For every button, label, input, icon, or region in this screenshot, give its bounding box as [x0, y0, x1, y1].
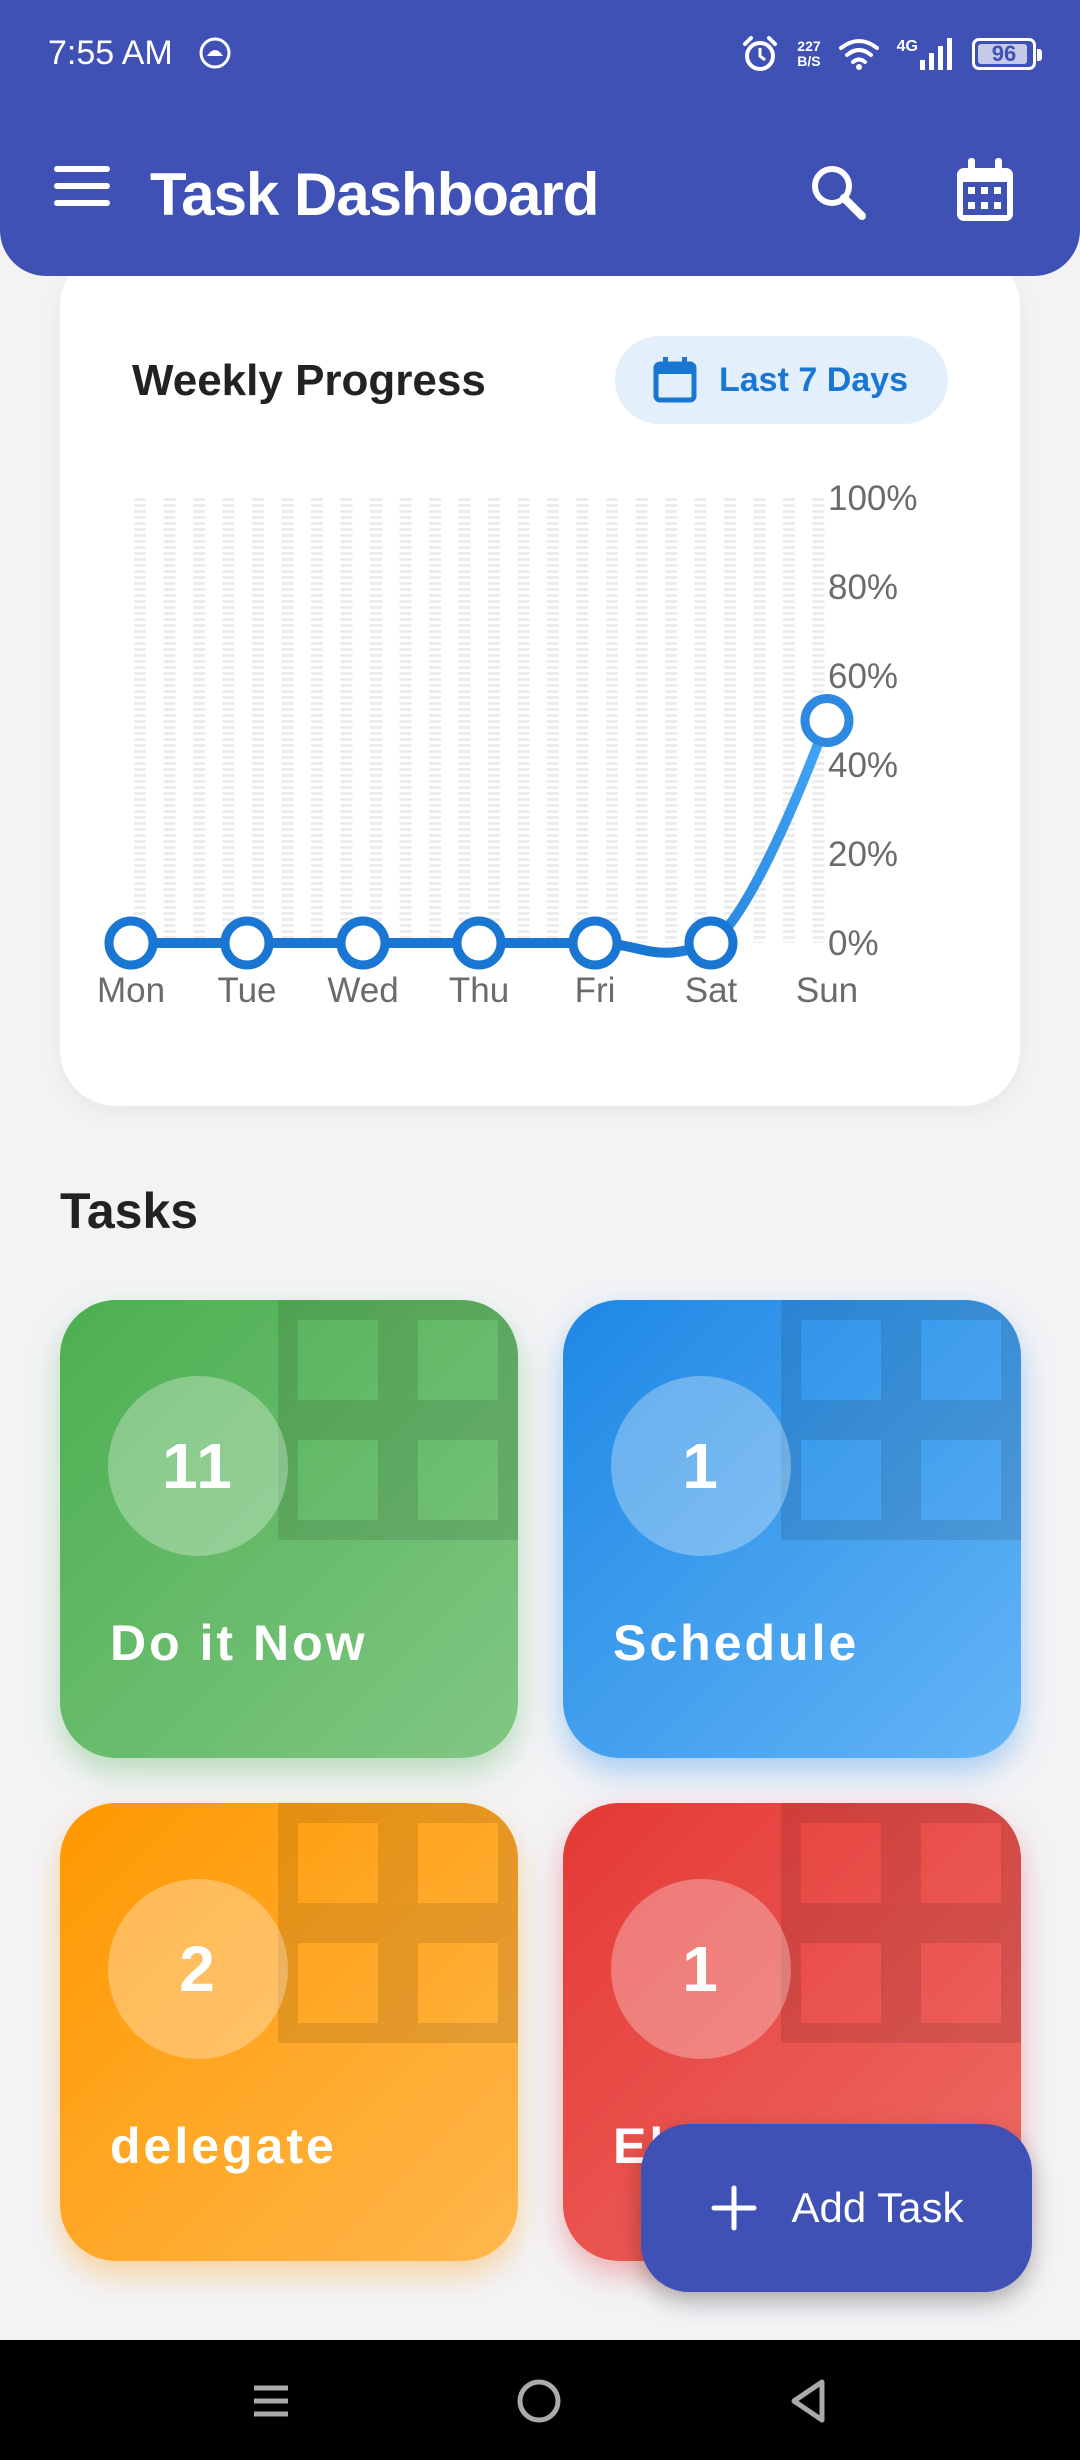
task-count: 2 [108, 1879, 288, 2059]
tasks-title: Tasks [60, 1183, 199, 1239]
tile-pattern [781, 1300, 1021, 1540]
data-point-sun [800, 694, 854, 747]
weekly-progress-card: Weekly Progress Last 7 Days 0% 20% 40% 60% 8… [60, 250, 1020, 1106]
y-tick-label: 80% [828, 568, 898, 607]
data-point-thu [452, 916, 506, 970]
data-point-tue [220, 916, 274, 970]
battery-icon: 96 [972, 38, 1042, 70]
alarm-icon [743, 36, 778, 71]
page-title: Task Dashboard [150, 161, 599, 228]
add-task-label: Add Task [791, 2184, 964, 2231]
tile-pattern [278, 1300, 518, 1540]
net-speed: 227 B/S [797, 39, 820, 69]
y-tick-label: 0% [828, 924, 879, 963]
menu-icon[interactable] [54, 166, 110, 210]
x-tick-label: Wed [327, 971, 398, 1010]
add-task-button[interactable]: Add Task [641, 2124, 1032, 2292]
tile-pattern [278, 1803, 518, 2043]
task-tile-delegate[interactable]: 2 delegate [60, 1803, 518, 2261]
task-tile-do-it-now[interactable]: 11 Do it Now [60, 1300, 518, 1758]
y-tick-label: 20% [828, 835, 898, 874]
status-time: 7:55 AM [48, 34, 173, 72]
signal-icon [920, 38, 952, 70]
battery-level: 96 [991, 41, 1017, 66]
task-count: 11 [108, 1376, 288, 1556]
task-tile-label: delegate [110, 2118, 337, 2174]
system-nav-bar [0, 2340, 1080, 2460]
wifi-icon [838, 39, 879, 70]
task-tile-label: Schedule [613, 1615, 860, 1671]
recents-icon[interactable] [246, 2376, 296, 2426]
data-point-mon [104, 916, 158, 970]
x-tick-label: Mon [97, 971, 165, 1010]
status-bar: 7:55 AM 227 B/S 4G 96 [0, 0, 1080, 110]
task-tile-schedule[interactable]: 1 Schedule [563, 1300, 1021, 1758]
home-icon[interactable] [514, 2376, 564, 2426]
calendar-icon[interactable] [954, 158, 1016, 224]
plus-icon [711, 2185, 756, 2231]
y-tick-label: 60% [828, 657, 898, 696]
weekly-progress-chart: 0% 20% 40% 60% 80% 100% Mon Tue Wed Thu Fri Sat Sun [97, 479, 918, 1010]
data-point-sat [684, 916, 738, 970]
y-tick-label: 40% [828, 746, 898, 785]
network-type: 4G [896, 38, 918, 55]
search-icon[interactable] [808, 162, 868, 222]
x-tick-label: Thu [449, 971, 509, 1010]
x-tick-label: Sat [685, 971, 738, 1010]
back-icon[interactable] [784, 2376, 834, 2426]
net-speed-unit: B/S [797, 53, 821, 69]
app-bar: 7:55 AM 227 B/S 4G 96 Task Dashboard [0, 0, 1080, 276]
x-tick-label: Sun [796, 971, 858, 1010]
task-tile-label: Do it Now [110, 1615, 368, 1671]
location-icon [199, 37, 231, 69]
task-count: 1 [611, 1879, 791, 2059]
tile-pattern [781, 1803, 1021, 2043]
net-speed-value: 227 [797, 38, 821, 54]
task-count: 1 [611, 1376, 791, 1556]
data-point-fri [568, 916, 622, 970]
data-point-wed [336, 916, 390, 970]
y-tick-label: 100% [828, 479, 918, 518]
x-tick-label: Tue [217, 971, 276, 1010]
x-tick-label: Fri [575, 971, 616, 1010]
